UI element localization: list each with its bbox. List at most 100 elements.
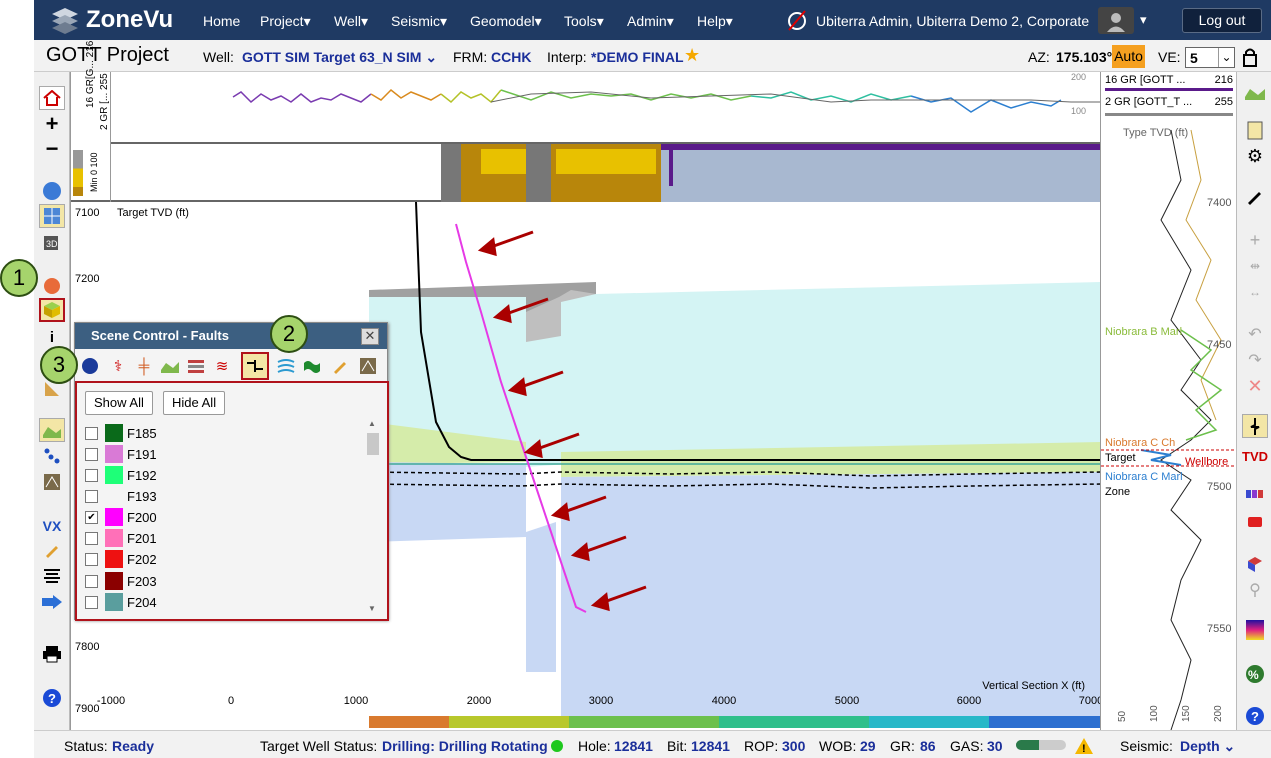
nav-help[interactable]: Help▾ xyxy=(697,13,733,30)
zonevu-logo[interactable]: ZoneVu xyxy=(50,6,173,34)
section-view-icon[interactable] xyxy=(1242,80,1268,104)
scroll-down-icon[interactable]: ▼ xyxy=(368,604,376,613)
zoom-in-icon[interactable]: + xyxy=(39,111,65,136)
nav-tools[interactable]: Tools▾ xyxy=(564,13,604,30)
fault-checkbox[interactable] xyxy=(85,531,98,545)
fault-item-f191[interactable]: F191 xyxy=(85,444,157,464)
settings-gear-icon[interactable]: ⚙ xyxy=(1242,144,1268,168)
seismic-select[interactable]: Depth ⌄ xyxy=(1180,738,1235,755)
close-icon[interactable]: ✕ xyxy=(361,328,379,345)
add-point-icon[interactable]: + xyxy=(1242,228,1268,252)
scrollbar-thumb[interactable] xyxy=(367,433,379,455)
undo-icon[interactable]: ↶ xyxy=(1242,322,1268,346)
arrow-right-icon[interactable] xyxy=(39,590,65,614)
section-view-icon[interactable] xyxy=(39,418,65,442)
help-icon[interactable]: ? xyxy=(39,686,65,710)
fault-item-f203[interactable]: F203 xyxy=(85,571,157,591)
grid-view-icon[interactable] xyxy=(39,204,65,228)
notes-icon[interactable] xyxy=(1242,118,1268,142)
pencil-icon[interactable] xyxy=(329,355,351,377)
delete-icon[interactable]: ✕ xyxy=(1242,374,1268,398)
fault-item-f185[interactable]: F185 xyxy=(85,423,157,443)
3d-view-icon[interactable]: 3D xyxy=(39,230,65,254)
fault-checkbox[interactable] xyxy=(85,426,98,440)
help-icon[interactable]: ? xyxy=(1242,704,1268,728)
percent-icon[interactable]: % xyxy=(1242,662,1268,686)
color-scale-icon[interactable] xyxy=(1242,618,1268,642)
wrench-icon[interactable] xyxy=(39,274,65,298)
fault-item-f192[interactable]: F192 xyxy=(85,465,157,485)
fault-checkbox[interactable] xyxy=(85,468,98,482)
logout-button[interactable]: Log out xyxy=(1182,8,1262,33)
redo-icon[interactable]: ↷ xyxy=(1242,348,1268,372)
compass-icon[interactable] xyxy=(39,179,65,203)
gear-blue-icon[interactable] xyxy=(79,355,101,377)
auto-button[interactable]: Auto xyxy=(1112,45,1145,68)
user-menu-chevron-icon[interactable]: ▾ xyxy=(1140,12,1147,28)
color-bars-icon[interactable] xyxy=(1242,482,1268,506)
nav-well[interactable]: Well▾ xyxy=(334,13,368,30)
fault-item-f200[interactable]: ✔ F200 xyxy=(85,507,157,527)
type-log-header-1[interactable]: 16 GR [GOTT ... 216 xyxy=(1105,74,1233,91)
favorite-star-icon[interactable]: ★ xyxy=(684,45,700,66)
nav-geomodel[interactable]: Geomodel▾ xyxy=(470,13,542,30)
fault-item-f193[interactable]: F193 xyxy=(85,486,157,506)
edit-pencil-icon[interactable] xyxy=(1242,184,1268,208)
fault-checkbox-checked[interactable]: ✔ xyxy=(85,510,98,524)
surfaces-icon[interactable] xyxy=(275,355,297,377)
fault-checkbox[interactable] xyxy=(85,552,98,566)
nav-home[interactable]: Home xyxy=(203,13,240,29)
well-selector[interactable]: GOTT SIM Target 63_N SIM ⌄ xyxy=(242,49,437,66)
points-icon[interactable] xyxy=(39,444,65,468)
align-icon[interactable] xyxy=(39,564,65,588)
horizon-icon[interactable] xyxy=(159,355,181,377)
flag-icon[interactable] xyxy=(301,355,323,377)
zones-icon[interactable]: ≋ xyxy=(211,355,233,377)
ve-select[interactable]: 5 ⌄ xyxy=(1185,47,1235,68)
x-tick-0: 0 xyxy=(228,695,234,707)
home-view-icon[interactable] xyxy=(39,86,65,110)
fault-checkbox[interactable] xyxy=(85,489,98,503)
fault-checkbox[interactable] xyxy=(85,574,98,588)
fault-pick-icon[interactable] xyxy=(1242,414,1268,438)
type-log-header-2[interactable]: 2 GR [GOTT_T ... 255 xyxy=(1105,96,1233,116)
lock-icon[interactable] xyxy=(1242,47,1258,67)
layers-icon[interactable] xyxy=(185,355,207,377)
type-log-plot: Type TVD (ft) 7400 7450 7500 7550 Niobra… xyxy=(1101,127,1237,730)
split-icon[interactable]: ⇹ xyxy=(1242,254,1268,278)
vx-icon[interactable]: VX xyxy=(39,514,65,538)
warning-icon[interactable]: ! xyxy=(1074,737,1094,755)
nav-admin[interactable]: Admin▾ xyxy=(627,13,674,30)
frm-value[interactable]: CCHK xyxy=(491,49,531,65)
wells-icon[interactable]: ⚕ xyxy=(107,355,129,377)
print-icon[interactable] xyxy=(39,642,65,666)
fault-list-scrollbar[interactable]: ▲ ▼ xyxy=(367,419,379,613)
fault-checkbox[interactable] xyxy=(85,595,98,609)
show-all-button[interactable]: Show All xyxy=(85,391,153,415)
alarm-off-icon[interactable] xyxy=(786,8,808,32)
fault-item-f202[interactable]: F202 xyxy=(85,549,157,569)
zoom-out-icon[interactable]: − xyxy=(39,136,65,161)
cube-icon[interactable] xyxy=(1242,552,1268,576)
fault-item-f204[interactable]: F204 xyxy=(85,592,157,612)
avatar[interactable] xyxy=(1098,7,1134,34)
red-bar-icon[interactable] xyxy=(1242,510,1268,534)
nav-seismic[interactable]: Seismic▾ xyxy=(391,13,447,30)
gr-scale-top: 200 xyxy=(1071,72,1086,82)
faults-icon[interactable] xyxy=(241,352,269,380)
fault-tool-icon[interactable] xyxy=(39,470,65,494)
gas-gauge-fill xyxy=(1016,740,1039,750)
grid-lines-icon[interactable]: ╪ xyxy=(133,355,155,377)
scroll-up-icon[interactable]: ▲ xyxy=(368,419,376,428)
scene-control-icon[interactable] xyxy=(39,298,65,322)
merge-icon[interactable]: ↔ xyxy=(1242,280,1268,304)
fault-checkbox[interactable] xyxy=(85,447,98,461)
pencil-icon[interactable] xyxy=(39,538,65,562)
fault-tool-icon[interactable] xyxy=(357,355,379,377)
hide-all-button[interactable]: Hide All xyxy=(163,391,226,415)
nav-project[interactable]: Project▾ xyxy=(260,13,311,30)
tvd-icon[interactable]: TVD xyxy=(1242,444,1268,468)
search-icon[interactable]: ⚲ xyxy=(1242,578,1268,602)
interp-value[interactable]: *DEMO FINAL xyxy=(591,49,684,65)
fault-item-f201[interactable]: F201 xyxy=(85,528,157,548)
